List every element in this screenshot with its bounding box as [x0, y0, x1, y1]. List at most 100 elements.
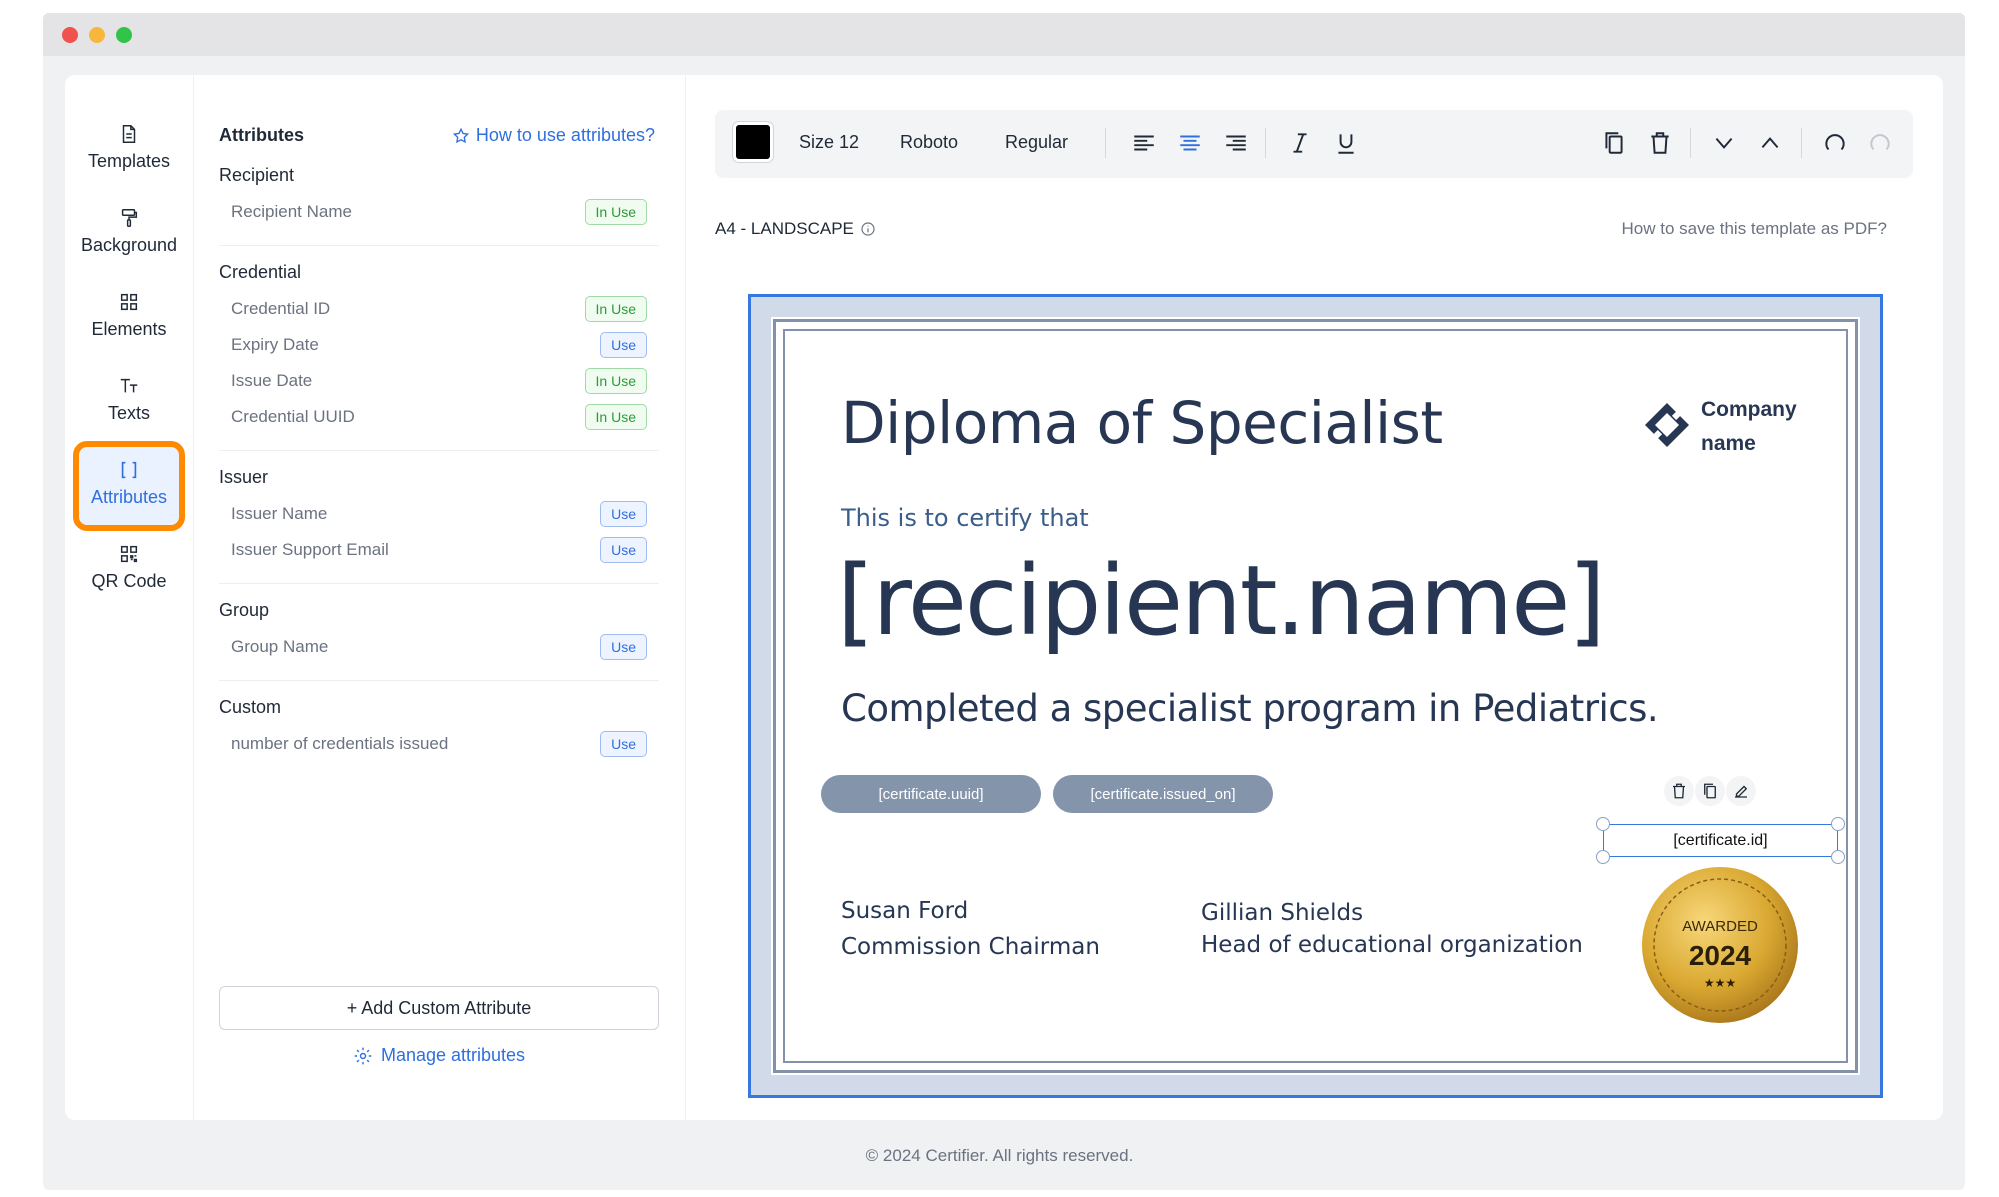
add-custom-attribute-button[interactable]: + Add Custom Attribute [219, 986, 659, 1030]
company-name[interactable]: Company name [1701, 393, 1797, 461]
file-icon [122, 125, 136, 143]
undo-icon[interactable] [1822, 130, 1848, 156]
attribute-row: Recipient Name In Use [219, 193, 659, 233]
company-logo-icon[interactable] [1643, 401, 1691, 449]
signer-name: Susan Ford [841, 898, 969, 924]
toolbar-divider [1265, 128, 1266, 158]
group-title-issuer: Issuer [219, 467, 269, 487]
nav-qr-code[interactable]: QR Code [65, 525, 193, 615]
paint-roller-icon [121, 209, 138, 227]
align-right-icon[interactable] [1223, 130, 1249, 156]
certificate-issued-on-field[interactable]: [certificate.issued_on] [1053, 775, 1273, 813]
award-seal[interactable]: AWARDED 2024 ★★★ [1640, 865, 1800, 1025]
nav-elements[interactable]: Elements [65, 273, 193, 363]
font-weight-select[interactable]: Regular [1005, 132, 1068, 153]
use-button[interactable]: Use [600, 731, 647, 757]
certificate-id-field[interactable]: [certificate.id] [1603, 824, 1838, 857]
certify-text[interactable]: This is to certify that [841, 504, 1089, 532]
grid-icon [120, 293, 138, 311]
text-icon [120, 378, 138, 393]
align-center-icon[interactable] [1177, 130, 1203, 156]
attribute-row: Credential ID In Use [219, 290, 659, 330]
resize-handle[interactable] [1831, 850, 1845, 864]
nav-label: Background [80, 235, 178, 255]
element-edit-button[interactable] [1726, 776, 1756, 806]
attribute-row: Expiry Date Use [219, 326, 659, 366]
duplicate-icon[interactable] [1601, 130, 1627, 156]
qr-code-icon [120, 545, 138, 563]
attribute-name: Group Name [231, 637, 329, 656]
editor-card: Templates Background Elements Texts Attr… [65, 75, 1943, 1120]
certificate-canvas[interactable]: Diploma of Specialist Company name This … [748, 294, 1883, 1098]
pencil-icon [1735, 785, 1748, 798]
in-use-badge[interactable]: In Use [584, 404, 647, 430]
element-delete-button[interactable] [1664, 776, 1694, 806]
nav-texts[interactable]: Texts [65, 357, 193, 447]
manage-attributes-link[interactable]: Manage attributes [215, 1045, 663, 1066]
recipient-name-field[interactable]: [recipient.name] [837, 545, 1606, 657]
redo-icon[interactable] [1867, 130, 1893, 156]
minimize-window-button[interactable] [89, 27, 105, 43]
font-size-select[interactable]: Size 12 [799, 132, 859, 153]
nav-templates[interactable]: Templates [65, 105, 193, 195]
certificate-title[interactable]: Diploma of Specialist [841, 389, 1443, 457]
use-button[interactable]: Use [600, 332, 647, 358]
use-button[interactable]: Use [600, 537, 647, 563]
trash-icon[interactable] [1647, 130, 1673, 156]
title-bar [43, 13, 1965, 56]
trash-icon [1673, 783, 1685, 799]
signature-block-2[interactable]: Gillian Shields Head of educational orga… [1201, 897, 1583, 961]
chevron-down-icon[interactable] [1711, 130, 1737, 156]
info-icon[interactable] [860, 221, 876, 237]
app-window: Templates Background Elements Texts Attr… [43, 13, 1965, 1190]
chevron-up-icon[interactable] [1757, 130, 1783, 156]
attribute-row: Group Name Use [219, 628, 659, 668]
underline-icon[interactable] [1333, 130, 1359, 156]
toolbar-divider [1801, 128, 1802, 158]
maximize-window-button[interactable] [116, 27, 132, 43]
in-use-badge[interactable]: In Use [584, 368, 647, 394]
attribute-name: Recipient Name [231, 202, 352, 221]
resize-handle[interactable] [1596, 817, 1610, 831]
how-to-use-attributes-link[interactable]: How to use attributes? [452, 125, 655, 146]
divider [219, 245, 659, 246]
color-swatch[interactable] [733, 122, 773, 162]
in-use-badge[interactable]: In Use [584, 296, 647, 322]
nav-label: Templates [87, 151, 171, 171]
attribute-row: Issuer Support Email Use [219, 531, 659, 571]
element-duplicate-button[interactable] [1695, 776, 1725, 806]
nav-label: Texts [107, 403, 150, 423]
attribute-row: Credential UUID In Use [219, 398, 659, 438]
attribute-name: Expiry Date [231, 335, 319, 354]
save-as-pdf-link[interactable]: How to save this template as PDF? [1621, 219, 1887, 239]
attribute-name: Issuer Name [231, 504, 328, 523]
align-left-icon[interactable] [1131, 130, 1157, 156]
use-button[interactable]: Use [600, 634, 647, 660]
attribute-name: Credential UUID [231, 407, 355, 426]
duplicate-icon [1704, 783, 1716, 799]
signature-block-1[interactable]: Susan Ford Commission Chairman [841, 893, 1100, 965]
attribute-name: Issuer Support Email [231, 540, 389, 559]
close-window-button[interactable] [62, 27, 78, 43]
toolbar-divider [1690, 128, 1691, 158]
seal-stars: ★★★ [1704, 976, 1736, 990]
group-title-recipient: Recipient [219, 165, 295, 185]
panel-title: Attributes [219, 125, 304, 145]
completion-text[interactable]: Completed a specialist program in Pediat… [841, 687, 1659, 730]
nav-background[interactable]: Background [65, 189, 193, 279]
resize-handle[interactable] [1831, 817, 1845, 831]
nav-label: QR Code [91, 571, 167, 591]
attribute-row: Issue Date In Use [219, 362, 659, 402]
italic-icon[interactable] [1287, 130, 1313, 156]
font-family-select[interactable]: Roboto [900, 132, 958, 153]
resize-handle[interactable] [1596, 850, 1610, 864]
divider [219, 450, 659, 451]
toolbar-divider [1105, 128, 1106, 158]
group-title-group: Group [219, 600, 270, 620]
in-use-badge[interactable]: In Use [584, 199, 647, 225]
nav-attributes[interactable]: Attributes [73, 441, 185, 531]
use-button[interactable]: Use [600, 501, 647, 527]
certificate-uuid-field[interactable]: [certificate.uuid] [821, 775, 1041, 813]
nav-label: Attributes [90, 487, 168, 507]
attribute-name: Credential ID [231, 299, 331, 318]
